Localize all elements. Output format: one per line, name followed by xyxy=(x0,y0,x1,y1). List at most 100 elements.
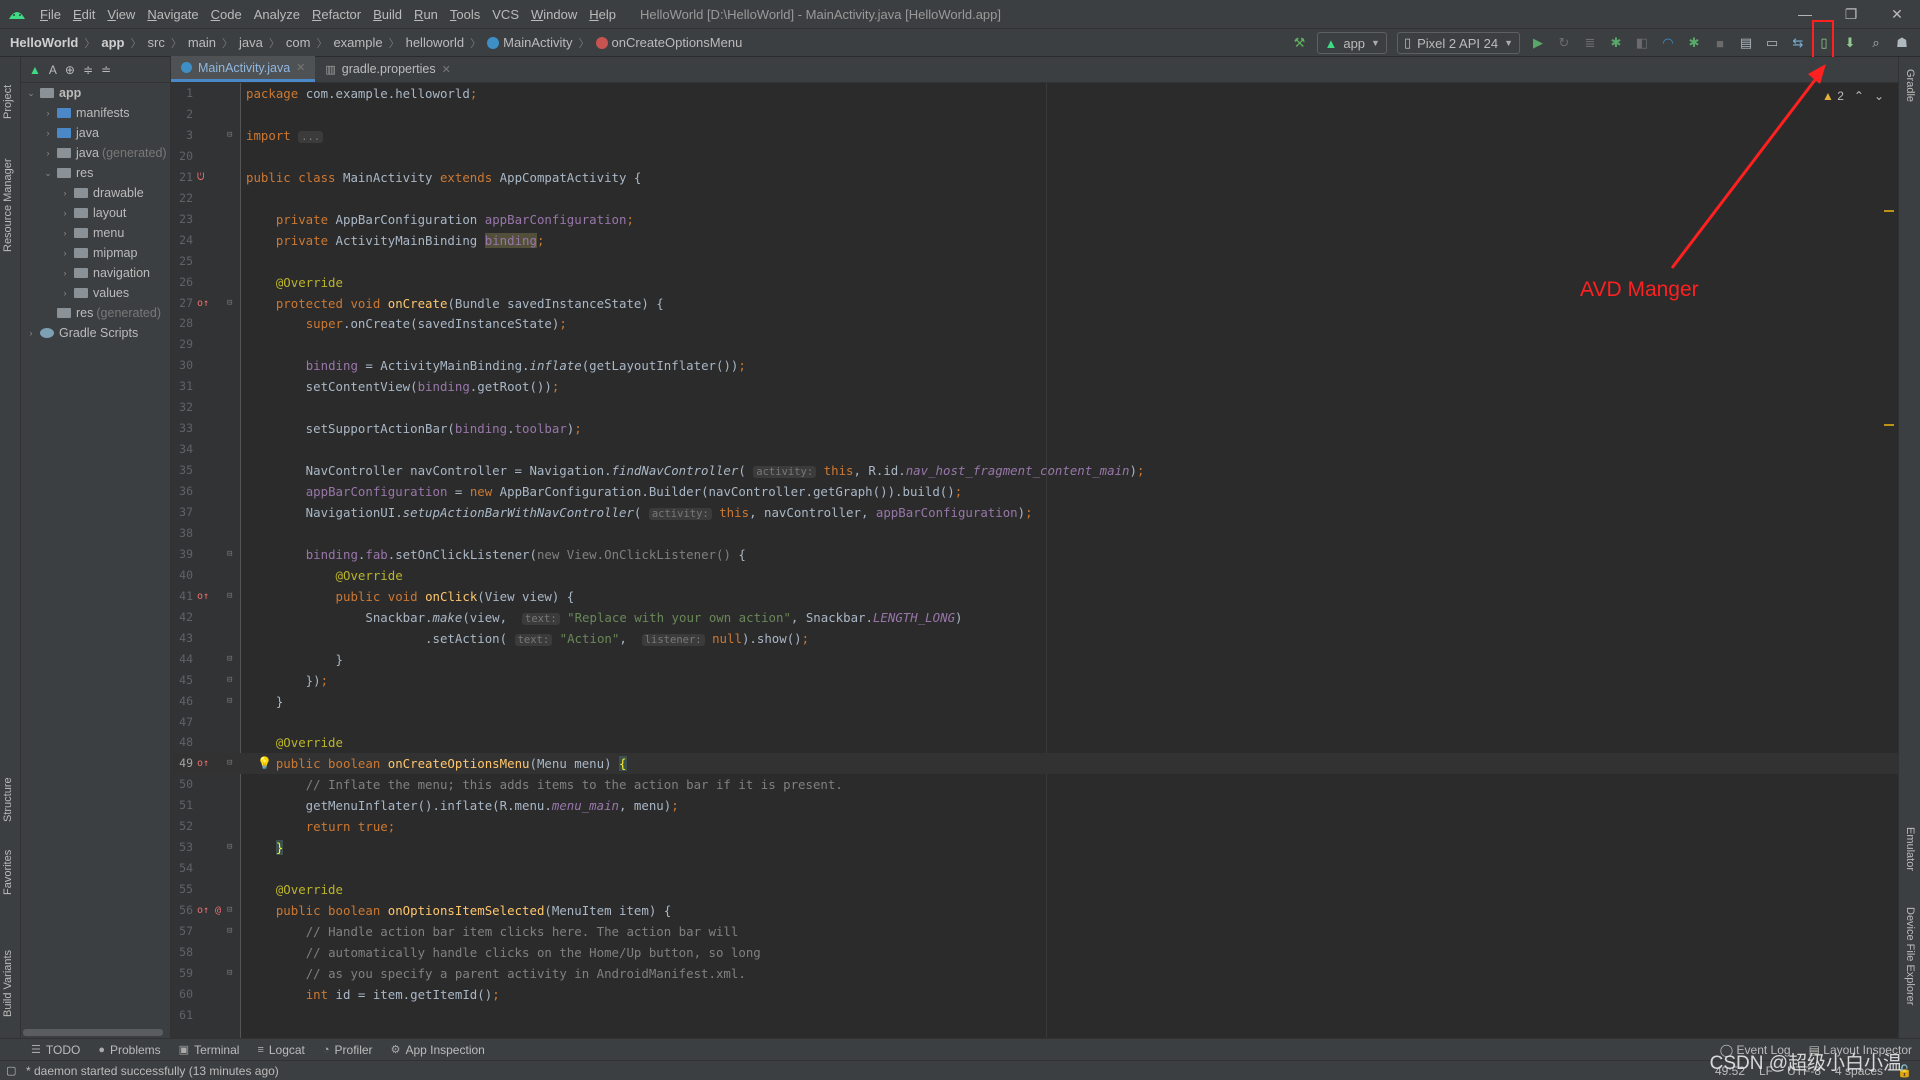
code-line[interactable]: 37 NavigationUI.setupActionBarWithNavCon… xyxy=(171,502,1898,523)
tree-item[interactable]: ›navigation xyxy=(21,263,170,283)
menu-refactor[interactable]: Refactor xyxy=(306,7,367,22)
collapse-all-icon[interactable]: ≐ xyxy=(101,63,111,77)
menu-vcs[interactable]: VCS xyxy=(486,7,525,22)
code-line[interactable]: 33 setSupportActionBar(binding.toolbar); xyxy=(171,418,1898,439)
error-stripe-mark[interactable] xyxy=(1884,210,1894,212)
menu-navigate[interactable]: Navigate xyxy=(141,7,204,22)
breadcrumb-method[interactable]: onCreateOptionsMenu xyxy=(612,35,743,50)
chevron-right-icon[interactable]: › xyxy=(42,128,54,138)
breadcrumb-com[interactable]: com xyxy=(286,35,311,50)
chevron-up-icon[interactable]: ⌃ xyxy=(1854,89,1864,103)
fold-icon[interactable]: ⊟ xyxy=(227,293,232,314)
apply-changes-icon[interactable]: ≣ xyxy=(1578,32,1602,54)
locate-icon[interactable]: ⊕ xyxy=(65,63,75,77)
code-editor[interactable]: 1package com.example.helloworld;23⊟impor… xyxy=(171,83,1898,1038)
close-tab-icon[interactable]: ✕ xyxy=(296,61,305,74)
code-line[interactable]: 61 xyxy=(171,1005,1898,1026)
tree-item[interactable]: ›drawable xyxy=(21,183,170,203)
tree-item[interactable]: ›values xyxy=(21,283,170,303)
code-line[interactable]: 51 getMenuInflater().inflate(R.menu.menu… xyxy=(171,795,1898,816)
rerun-icon[interactable]: ↻ xyxy=(1552,32,1576,54)
breadcrumb-src[interactable]: src xyxy=(148,35,165,50)
breadcrumb-java[interactable]: java xyxy=(239,35,263,50)
project-structure-icon[interactable]: ▤ xyxy=(1734,32,1758,54)
layout-editor-icon[interactable]: ▭ xyxy=(1760,32,1784,54)
code-line[interactable]: 25 xyxy=(171,251,1898,272)
tree-item[interactable]: ›mipmap xyxy=(21,243,170,263)
code-line[interactable]: 50 // Inflate the menu; this adds items … xyxy=(171,774,1898,795)
chevron-right-icon[interactable]: › xyxy=(59,268,71,278)
code-line[interactable]: 42 Snackbar.make(view, text: "Replace wi… xyxy=(171,607,1898,628)
override-gutter-icon[interactable]: o↑ xyxy=(197,293,209,314)
breadcrumb-class[interactable]: MainActivity xyxy=(503,35,572,50)
menu-view[interactable]: View xyxy=(101,7,141,22)
chevron-right-icon[interactable]: › xyxy=(42,108,54,118)
code-line[interactable]: 21ᕫpublic class MainActivity extends App… xyxy=(171,167,1898,188)
tree-item[interactable]: ›java(generated) xyxy=(21,143,170,163)
fold-icon[interactable]: ⊟ xyxy=(227,649,232,670)
code-line[interactable]: 2 xyxy=(171,104,1898,125)
code-line[interactable]: 59⊟ // as you specify a parent activity … xyxy=(171,963,1898,984)
code-line[interactable]: 1package com.example.helloworld; xyxy=(171,83,1898,104)
tree-item[interactable]: ⌄app xyxy=(21,83,170,103)
code-line[interactable]: 32 xyxy=(171,397,1898,418)
fold-icon[interactable]: ⊟ xyxy=(227,125,232,146)
fold-icon[interactable]: ⊟ xyxy=(227,963,232,984)
close-tab-icon[interactable]: ✕ xyxy=(442,63,451,76)
chevron-down-icon[interactable]: ⌄ xyxy=(42,168,54,179)
build-variants-tool-tab[interactable]: Build Variants xyxy=(2,950,14,1017)
code-line[interactable]: 49o↑⊟💡 public boolean onCreateOptionsMen… xyxy=(171,753,1898,774)
code-line[interactable]: 60 int id = item.getItemId(); xyxy=(171,984,1898,1005)
fold-icon[interactable]: ⊟ xyxy=(227,670,232,691)
override-gutter-icon[interactable]: o↑ @ xyxy=(197,900,221,921)
tool-window-todo[interactable]: ☰TODO xyxy=(22,1043,89,1057)
code-line[interactable]: 29 xyxy=(171,334,1898,355)
code-line[interactable]: 38 xyxy=(171,523,1898,544)
account-icon[interactable]: ☗ xyxy=(1890,32,1914,54)
fold-icon[interactable]: ⊟ xyxy=(227,691,232,712)
override-gutter-icon[interactable]: o↑ xyxy=(197,753,209,774)
device-file-explorer-tool-tab[interactable]: Device File Explorer xyxy=(1904,907,1916,1005)
code-line[interactable]: 31 setContentView(binding.getRoot()); xyxy=(171,376,1898,397)
restore-button[interactable]: ❐ xyxy=(1828,0,1874,28)
run-config-select[interactable]: ▲app▼ xyxy=(1317,32,1387,54)
resource-manager-tool-tab[interactable]: Resource Manager xyxy=(2,158,14,252)
override-gutter-icon[interactable]: ᕫ xyxy=(197,167,204,188)
debug-icon[interactable]: ✱ xyxy=(1604,32,1628,54)
code-line[interactable]: 22 xyxy=(171,188,1898,209)
code-line[interactable]: 47 xyxy=(171,712,1898,733)
attach-debugger-icon[interactable]: ✱ xyxy=(1682,32,1706,54)
code-line[interactable]: 23 private AppBarConfiguration appBarCon… xyxy=(171,209,1898,230)
sdk-manager-icon[interactable]: ⬇ xyxy=(1838,32,1862,54)
menu-tools[interactable]: Tools xyxy=(444,7,486,22)
menu-code[interactable]: Code xyxy=(205,7,248,22)
code-line[interactable]: 58 // automatically handle clicks on the… xyxy=(171,942,1898,963)
code-line[interactable]: 55 @Override xyxy=(171,879,1898,900)
chevron-right-icon[interactable]: › xyxy=(59,288,71,298)
profile-icon[interactable]: ◠ xyxy=(1656,32,1680,54)
tree-item[interactable]: res(generated) xyxy=(21,303,170,323)
code-line[interactable]: 56o↑ @⊟ public boolean onOptionsItemSele… xyxy=(171,900,1898,921)
tool-window-profiler[interactable]: ◔Profiler xyxy=(314,1043,382,1057)
make-project-hammer-icon[interactable]: ⚒ xyxy=(1287,32,1311,54)
project-view-dropdown[interactable]: A xyxy=(49,63,57,77)
override-gutter-icon[interactable]: o↑ xyxy=(197,586,209,607)
menu-file[interactable]: File xyxy=(34,7,67,22)
code-line[interactable]: 57⊟ // Handle action bar item clicks her… xyxy=(171,921,1898,942)
chevron-right-icon[interactable]: › xyxy=(59,188,71,198)
chevron-down-icon[interactable]: ⌄ xyxy=(1874,89,1884,103)
tool-window-problems[interactable]: ●Problems xyxy=(89,1043,169,1057)
code-line[interactable]: 24 private ActivityMainBinding binding; xyxy=(171,230,1898,251)
code-line[interactable]: 39⊟ binding.fab.setOnClickListener(new V… xyxy=(171,544,1898,565)
tool-window-logcat[interactable]: ≡Logcat xyxy=(248,1043,313,1057)
chevron-right-icon[interactable]: › xyxy=(25,328,37,338)
menu-run[interactable]: Run xyxy=(408,7,444,22)
tool-window-app-inspection[interactable]: ⚙App Inspection xyxy=(382,1043,494,1057)
fold-icon[interactable]: ⊟ xyxy=(227,544,232,565)
run-icon[interactable]: ▶ xyxy=(1526,32,1550,54)
project-horizontal-scrollbar[interactable] xyxy=(23,1029,163,1036)
fold-icon[interactable]: ⊟ xyxy=(227,753,232,774)
chevron-right-icon[interactable]: › xyxy=(59,208,71,218)
fold-icon[interactable]: ⊟ xyxy=(227,837,232,858)
breadcrumb-module[interactable]: app xyxy=(101,35,124,50)
